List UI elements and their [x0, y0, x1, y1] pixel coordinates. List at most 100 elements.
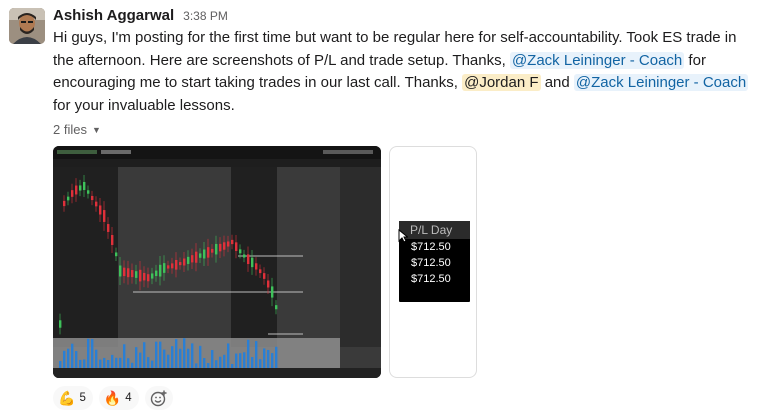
- volume-bar: [179, 348, 182, 368]
- candle-body: [63, 200, 66, 207]
- volume-bar: [131, 362, 134, 368]
- files-toggle[interactable]: 2 files ▼: [53, 122, 101, 137]
- reaction-flexed-biceps[interactable]: 💪 5: [53, 386, 93, 410]
- chart-screenshot-attachment[interactable]: [53, 146, 381, 378]
- candle-body: [155, 270, 158, 277]
- volume-bar: [219, 356, 222, 368]
- volume-bar: [151, 360, 154, 368]
- candle-body: [159, 264, 162, 277]
- volume-bar: [263, 348, 266, 368]
- volume-bar: [215, 360, 218, 368]
- volume-bar: [251, 357, 254, 368]
- volume-bar: [235, 353, 238, 368]
- volume-bar: [247, 339, 250, 368]
- candle-body: [207, 247, 210, 258]
- volume-bar: [175, 339, 178, 368]
- candle-body: [251, 257, 254, 268]
- pl-value-row: $712.50: [411, 241, 451, 253]
- add-emoji-icon: [150, 390, 167, 407]
- volume-bar: [95, 349, 98, 368]
- message-text: and: [540, 74, 574, 92]
- candle-body: [187, 256, 190, 264]
- candle-body: [135, 271, 138, 278]
- avatar[interactable]: [9, 8, 45, 44]
- candle-body: [99, 205, 102, 215]
- candle-body: [231, 239, 234, 245]
- message-timestamp[interactable]: 3:38 PM: [183, 9, 228, 23]
- volume-bar: [191, 343, 194, 368]
- candle-body: [107, 224, 110, 232]
- pl-day-header: P/L Day: [399, 221, 470, 239]
- volume-bar: [171, 346, 174, 368]
- volume-bar: [83, 359, 86, 368]
- volume-bar: [227, 343, 230, 368]
- volume-bar: [195, 363, 198, 368]
- candle-body: [179, 262, 182, 266]
- candle-body: [243, 254, 246, 258]
- volume-bar: [147, 357, 150, 368]
- volume-bar: [155, 341, 158, 368]
- avatar-photo: [9, 8, 45, 44]
- volume-bar: [79, 359, 82, 368]
- volume-bar: [239, 353, 242, 368]
- candle-body: [195, 251, 198, 263]
- add-reaction-button[interactable]: [144, 386, 173, 410]
- volume-bar: [91, 339, 94, 368]
- candle-body: [111, 235, 114, 245]
- message-body: Hi guys, I'm posting for the first time …: [53, 27, 753, 117]
- volume-bar: [159, 341, 162, 368]
- volume-bar: [67, 348, 70, 368]
- author-name[interactable]: Ashish Aggarwal: [53, 7, 174, 24]
- mention-jordan-f[interactable]: @Jordan F: [462, 74, 541, 92]
- volume-bar: [243, 352, 246, 368]
- candle-body: [131, 270, 134, 278]
- candle-body: [59, 320, 62, 328]
- candle-body: [259, 269, 262, 274]
- volume-bar: [123, 344, 126, 368]
- candle-body: [227, 241, 230, 247]
- candle-body: [239, 249, 242, 254]
- pl-value-row: $712.50: [411, 273, 451, 285]
- mention-zack-leininger[interactable]: @Zack Leininger - Coach: [573, 74, 749, 92]
- candle-body: [139, 269, 142, 282]
- reaction-fire[interactable]: 🔥 4: [98, 386, 139, 410]
- volume-bar: [71, 343, 74, 368]
- candle-body: [199, 253, 202, 258]
- pl-screenshot-attachment[interactable]: P/L Day $712.50 $712.50 $712.50: [389, 146, 477, 378]
- volume-bar: [267, 349, 270, 368]
- volume-bar: [115, 357, 118, 368]
- volume-bar: [63, 350, 66, 368]
- candle-body: [235, 242, 238, 251]
- volume-bar: [111, 354, 114, 368]
- candle-body: [219, 243, 222, 252]
- candle-body: [127, 268, 130, 278]
- candle-body: [211, 248, 214, 253]
- volume-bar: [167, 354, 170, 368]
- volume-bar: [259, 359, 262, 368]
- candle-body: [119, 265, 122, 277]
- candle-body: [215, 243, 218, 255]
- candle-body: [175, 259, 178, 270]
- volume-bar: [99, 359, 102, 368]
- candle-body: [191, 255, 194, 263]
- candle-body: [103, 210, 106, 222]
- candle-body: [75, 185, 78, 195]
- candle-body: [271, 286, 274, 298]
- candle-body: [247, 254, 250, 265]
- candle-body: [167, 265, 170, 269]
- volume-bar: [163, 349, 166, 368]
- message-header: Ashish Aggarwal 3:38 PM: [53, 7, 228, 27]
- candle-body: [83, 181, 86, 191]
- message-text: for your invaluable lessons.: [53, 96, 235, 114]
- candle-body: [223, 242, 226, 250]
- mention-zack-leininger[interactable]: @Zack Leininger - Coach: [509, 51, 685, 69]
- volume-bar: [75, 351, 78, 368]
- fire-icon: 🔥: [103, 390, 122, 406]
- trading-chart-image: [53, 146, 381, 378]
- volume-bar: [187, 348, 190, 368]
- candle-body: [263, 273, 266, 279]
- pl-value-row: $712.50: [411, 257, 451, 269]
- candle-body: [87, 190, 90, 194]
- reaction-count: 4: [125, 392, 132, 404]
- candle-body: [67, 196, 70, 201]
